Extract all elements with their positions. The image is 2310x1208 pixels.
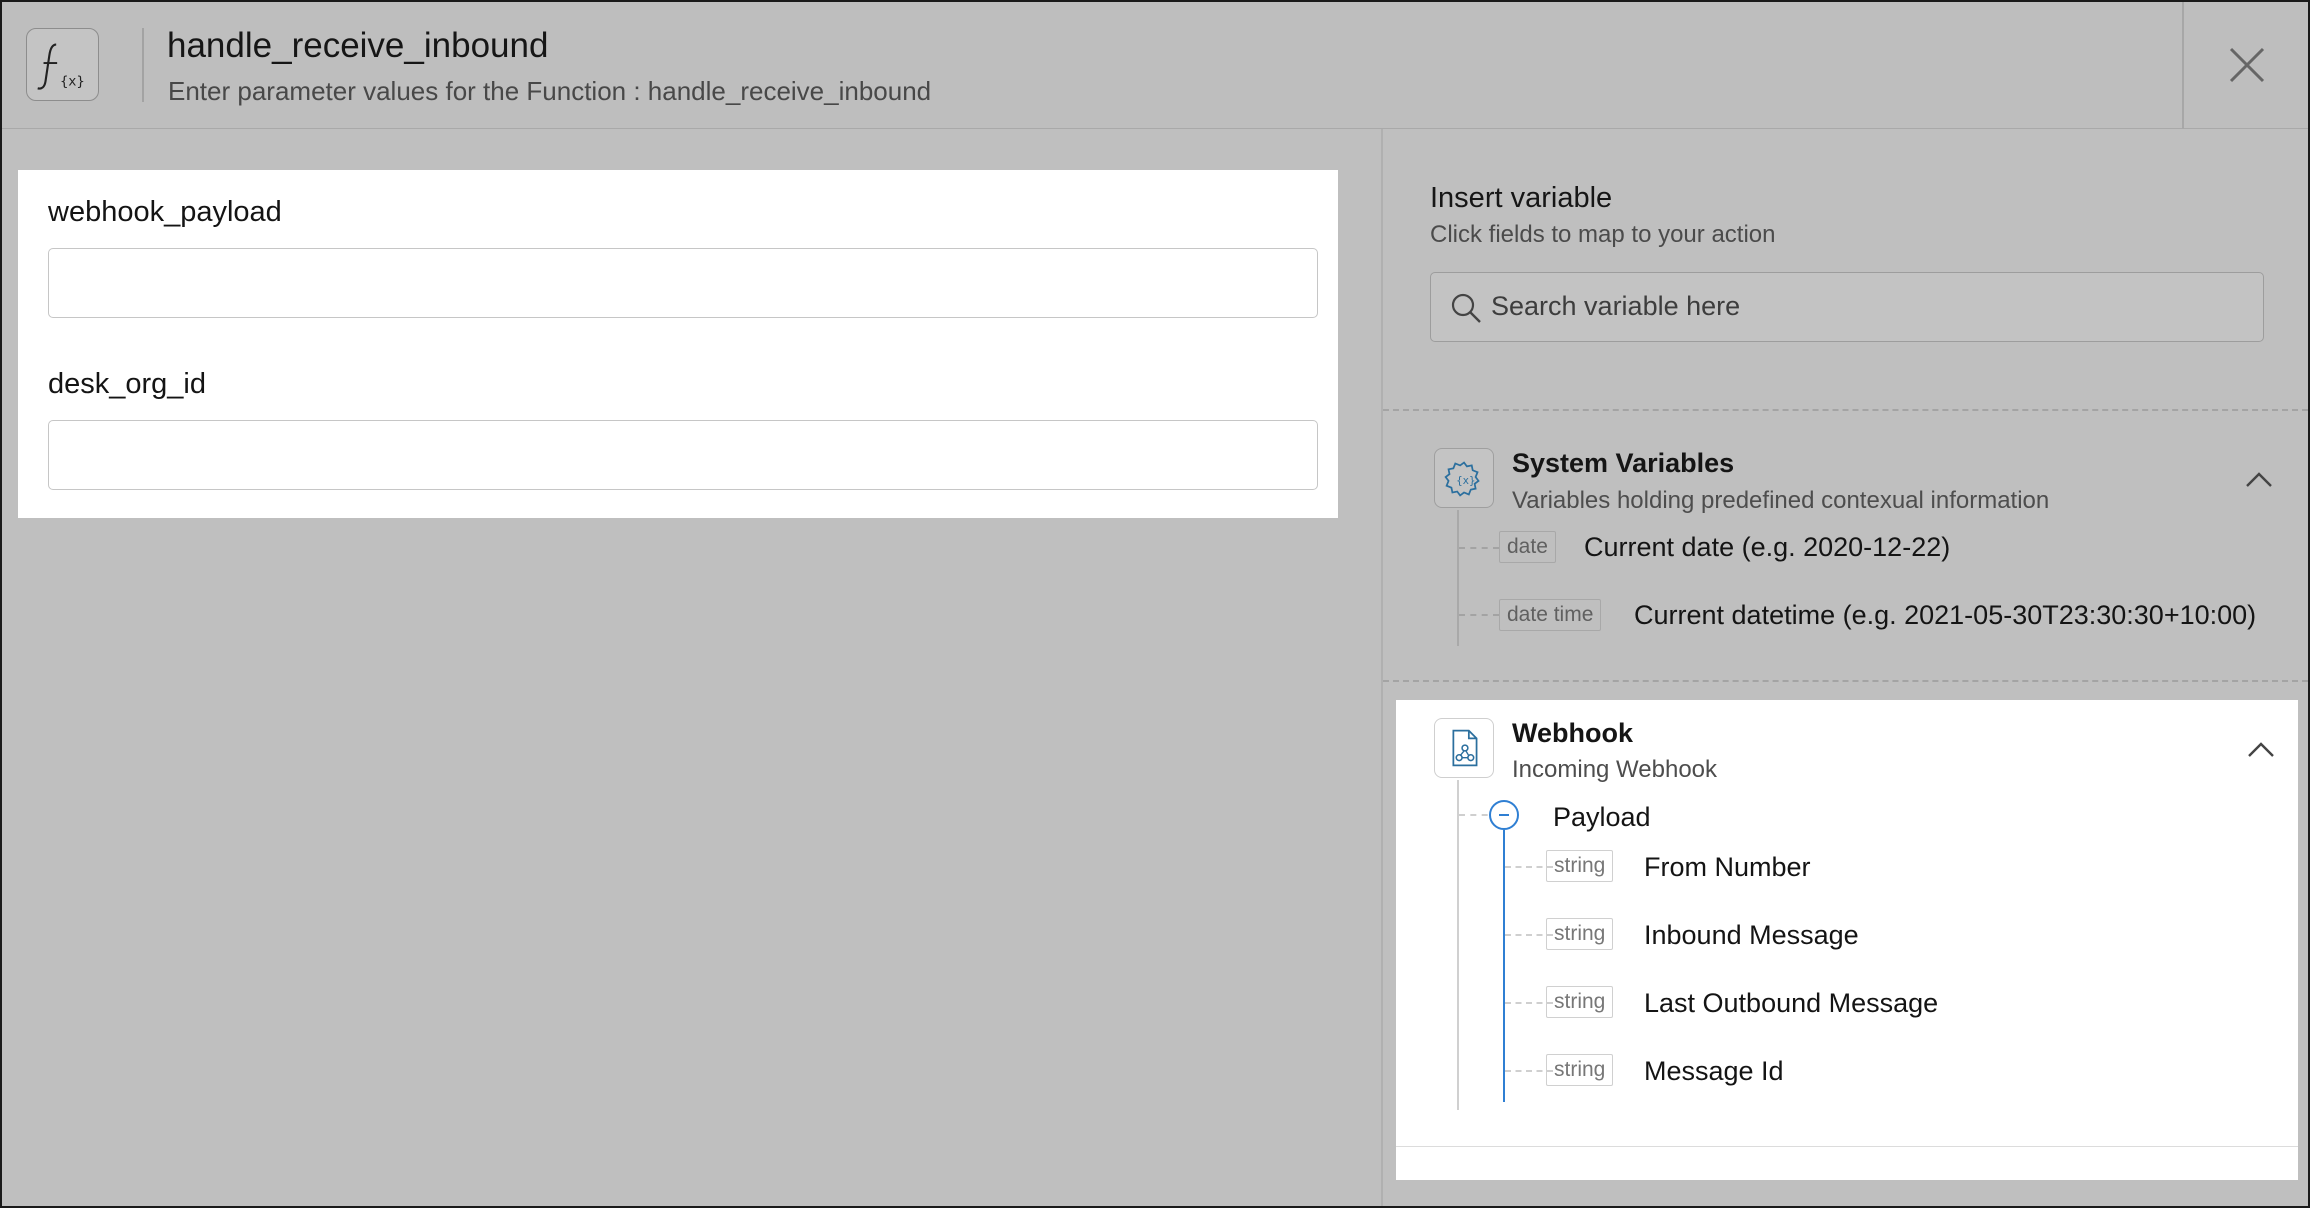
system-variables-title: System Variables (1512, 448, 1735, 478)
dialog-frame: {x} handle_receive_inbound Enter paramet… (0, 0, 2310, 1208)
close-button[interactable] (2222, 40, 2272, 90)
variable-current-date[interactable]: Current date (e.g. 2020-12-22) (1584, 532, 1950, 563)
webhook-group: Webhook Incoming Webhook Payload string … (1396, 700, 2298, 1180)
payload-tree-line (1503, 830, 1505, 1102)
variable-search[interactable] (1430, 272, 2264, 342)
tree-branch (1459, 614, 1499, 616)
variable-current-datetime[interactable]: Current datetime (e.g. 2021-05-30T23:30:… (1634, 600, 2256, 631)
webhook-payload-input[interactable] (48, 248, 1318, 318)
type-badge: string (1546, 918, 1614, 950)
search-icon (1449, 291, 1483, 325)
insert-variable-title: Insert variable (1430, 182, 1613, 214)
dialog-title: handle_receive_inbound (167, 26, 549, 65)
insert-variable-subtitle: Click fields to map to your action (1430, 221, 1776, 248)
tree-line (1457, 780, 1459, 1110)
type-badge: string (1546, 1054, 1614, 1086)
parameter-form: webhook_payload desk_org_id (18, 170, 1338, 518)
chevron-up-icon[interactable] (2244, 470, 2274, 490)
gear-variable-icon: {x} (1434, 448, 1494, 508)
header-divider (142, 28, 144, 102)
dialog-subtitle: Enter parameter values for the Function … (168, 76, 932, 106)
collapse-minus-icon[interactable] (1489, 800, 1519, 830)
close-icon (2229, 47, 2265, 83)
type-badge: date time (1499, 599, 1602, 631)
header-right-divider (2182, 2, 2184, 129)
system-variables-subtitle: Variables holding predefined contexual i… (1512, 487, 2050, 514)
type-badge: string (1546, 850, 1614, 882)
search-input[interactable] (1491, 273, 2251, 339)
field-label-webhook-payload: webhook_payload (48, 196, 282, 228)
chevron-up-icon[interactable] (2246, 740, 2276, 760)
field-label-desk-org-id: desk_org_id (48, 368, 206, 400)
panel-divider (1381, 129, 1383, 1206)
section-divider (1383, 680, 2308, 682)
webhook-bottom-divider (1396, 1146, 2298, 1147)
svg-text:{x}: {x} (1456, 474, 1475, 487)
tree-line (1457, 510, 1459, 646)
variable-last-outbound-message[interactable]: Last Outbound Message (1644, 988, 1938, 1019)
section-divider (1383, 409, 2308, 411)
type-badge: string (1546, 986, 1614, 1018)
webhook-subtitle: Incoming Webhook (1512, 756, 1718, 783)
variable-inbound-message[interactable]: Inbound Message (1644, 920, 1859, 951)
type-badge: date (1499, 531, 1556, 563)
desk-org-id-input[interactable] (48, 420, 1318, 490)
svg-text:{x}: {x} (60, 73, 85, 89)
tree-branch (1459, 547, 1499, 549)
function-icon: {x} (26, 28, 99, 101)
webhook-title: Webhook (1512, 718, 1633, 748)
dialog-header: {x} handle_receive_inbound Enter paramet… (2, 2, 2308, 129)
variable-message-id[interactable]: Message Id (1644, 1056, 1784, 1087)
webhook-file-icon (1434, 718, 1494, 778)
variable-from-number[interactable]: From Number (1644, 852, 1811, 883)
payload-node[interactable]: Payload (1553, 802, 1651, 833)
